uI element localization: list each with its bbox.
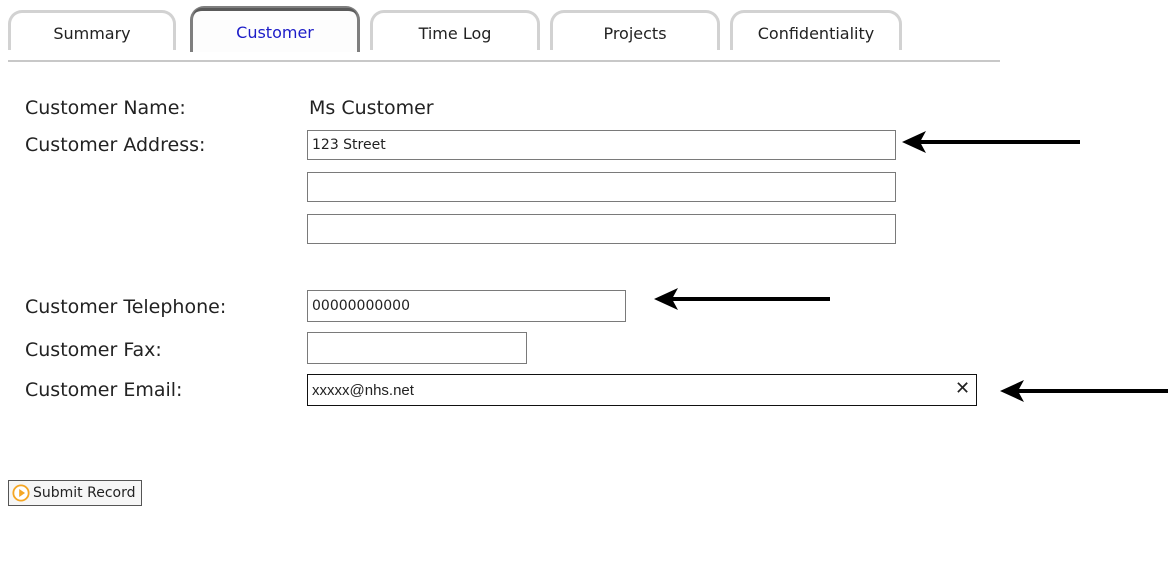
tab-projects-label: Projects [603,24,667,43]
customer-address-label: Customer Address: [25,134,206,156]
tab-time-log-label: Time Log [418,24,492,43]
submit-record-button[interactable]: Submit Record [8,480,143,506]
tab-summary-label: Summary [53,24,131,43]
tab-divider [8,60,1000,62]
fax-input[interactable] [307,332,527,364]
play-circle-icon [12,484,30,502]
email-input[interactable] [307,374,977,406]
tab-time-log[interactable]: Time Log [370,10,540,50]
address-line3-input[interactable] [307,214,896,244]
address-line1-input[interactable] [307,130,896,160]
customer-fax-label: Customer Fax: [25,339,162,361]
clear-icon[interactable]: ✕ [955,380,970,398]
tab-projects[interactable]: Projects [550,10,720,50]
submit-record-label: Submit Record [33,485,136,501]
telephone-input[interactable] [307,290,626,322]
tab-confidentiality[interactable]: Confidentiality [730,10,902,50]
arrow-left-icon [902,131,1080,153]
customer-telephone-label: Customer Telephone: [25,296,227,318]
arrow-left-icon [1000,380,1168,402]
arrow-left-icon [654,288,830,310]
tab-summary[interactable]: Summary [8,10,176,50]
customer-name-value: Ms Customer [309,97,434,119]
address-line2-input[interactable] [307,172,896,202]
tab-customer[interactable]: Customer [190,6,360,52]
tab-bar: Summary Customer Time Log Projects Confi… [8,4,1000,62]
customer-name-label: Customer Name: [25,97,186,119]
tab-customer-label: Customer [236,23,314,42]
tab-confidentiality-label: Confidentiality [757,24,875,43]
customer-email-label: Customer Email: [25,379,183,401]
